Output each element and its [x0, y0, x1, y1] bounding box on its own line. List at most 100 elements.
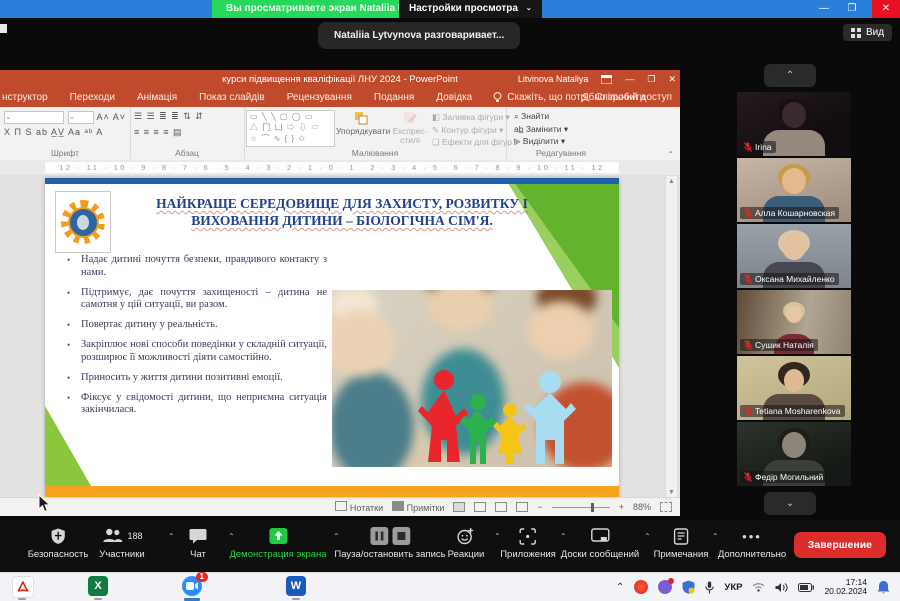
slide-sorter-view-icon[interactable] [474, 502, 486, 512]
viber-tray-icon[interactable] [658, 580, 672, 594]
bullet-item: Закріплює нові способи поведінки у склад… [65, 339, 327, 364]
browser-tray-icon[interactable] [634, 580, 648, 594]
participant-tile[interactable]: Irina [737, 92, 851, 156]
share-access-button[interactable]: Спільний доступ [581, 92, 672, 103]
powerpoint-window: курси підвищення кваліфікації ЛНУ 2024 -… [0, 70, 680, 516]
zoom-in-button[interactable]: + [619, 502, 624, 512]
vertical-scrollbar[interactable]: ▲ ▼ [665, 175, 678, 497]
whiteboards-label: Доски сообщений [561, 549, 639, 560]
font-name-input[interactable]: ⌄ [4, 111, 64, 124]
participant-name: Федір Могильний [755, 472, 823, 482]
lightbulb-icon [493, 92, 502, 103]
participant-tile[interactable]: Федір Могильний [737, 422, 851, 486]
zoom-taskbar-icon[interactable]: 1 [182, 576, 202, 596]
close-button[interactable]: ✕ [872, 0, 900, 18]
normal-view-icon[interactable] [453, 502, 465, 512]
acrobat-logo-icon [17, 581, 29, 593]
acrobat-taskbar-icon[interactable] [12, 576, 34, 598]
end-meeting-button[interactable]: Завершение [794, 532, 886, 558]
scroll-down-icon[interactable]: ▼ [666, 489, 677, 496]
stop-recording-icon[interactable] [392, 527, 410, 545]
more-button[interactable]: ••• Дополнительно [718, 526, 786, 560]
chat-button[interactable]: Чат [189, 526, 207, 560]
tab-pokaz-slaidiv[interactable]: Показ слайдів [188, 92, 276, 103]
reading-view-icon[interactable] [495, 502, 507, 512]
participant-tile[interactable]: Алла Кошарновская [737, 158, 851, 222]
muted-mic-icon [744, 472, 752, 482]
replace-label: Замінити [526, 124, 562, 134]
editing-group-label: Редагування [506, 148, 616, 158]
whiteboards-chevron-icon[interactable]: ⌃ [644, 532, 651, 541]
speaker-tray-icon[interactable] [775, 582, 788, 593]
tab-podannia[interactable]: Подання [363, 92, 425, 103]
security-button[interactable]: Безопасность [28, 526, 89, 560]
tab-dovidka[interactable]: Довідка [425, 92, 483, 103]
zoom-level[interactable]: 88% [633, 502, 651, 512]
notes-toggle[interactable]: Нотатки [335, 501, 383, 513]
language-indicator[interactable]: УКР [724, 582, 742, 593]
view-settings-button[interactable]: Настройки просмотра ⌄ [399, 0, 542, 18]
zoom-slider-thumb[interactable] [591, 503, 594, 512]
scroll-videos-down-button[interactable]: ⌄ [764, 492, 816, 515]
drawing-group-label: Малювання [244, 148, 506, 158]
whiteboards-button[interactable]: Доски сообщений [561, 526, 639, 560]
apps-button[interactable]: Приложения [500, 526, 556, 560]
participant-tile[interactable]: Tetiana Mosharenkova [737, 356, 851, 420]
quick-styles-label: Експрес-стилі [393, 126, 428, 145]
excel-taskbar-icon[interactable]: X [88, 576, 108, 596]
slideshow-view-icon[interactable] [516, 502, 528, 512]
select-button[interactable]: ▷ Виділити ▾ [514, 135, 568, 148]
ribbon-options-icon[interactable] [601, 75, 612, 84]
bullet-item: Фіксує у свідомості дитини, що неприємна… [65, 392, 327, 417]
tab-retsenzuvannia[interactable]: Рецензування [276, 92, 363, 103]
zoom-slider[interactable] [552, 507, 610, 508]
security-shield-tray-icon[interactable] [682, 580, 695, 594]
wifi-tray-icon[interactable] [752, 582, 765, 592]
replace-button[interactable]: ab̲ Замінити ▾ [514, 123, 568, 136]
participant-tile[interactable]: Оксана Михайленко [737, 224, 851, 288]
find-button[interactable]: ⌕ Знайти [514, 110, 568, 123]
comments-toggle[interactable]: Примітки [392, 501, 444, 513]
clock[interactable]: 17:14 20.02.2024 [824, 578, 867, 597]
tab-animatsia[interactable]: Анімація [126, 92, 188, 103]
comments-icon [392, 501, 404, 511]
notification-bell-icon[interactable] [877, 580, 890, 594]
font-size-input[interactable]: ⌄ [68, 111, 94, 124]
apps-label: Приложения [500, 549, 556, 560]
ppt-close-icon[interactable]: ✕ [668, 74, 676, 85]
tab-perekhody[interactable]: Переходи [59, 92, 126, 103]
list-indent-buttons[interactable]: ☰ ☰ ≣ ≣ ⇅ ⇵ [134, 111, 204, 122]
font-format-buttons[interactable]: X П S ab A̲V̲ Aa ᵃᵇ A [4, 127, 103, 137]
collapse-ribbon-icon[interactable]: ⌃ [667, 150, 674, 159]
tray-expand-icon[interactable]: ⌃ [616, 582, 624, 593]
participant-tile[interactable]: Сушик Наталія [737, 290, 851, 354]
shapes-gallery[interactable]: ▭ ╲ ╲ ▢ ◯ ▭△ ⼌ ⼐ ⇨ ⇩ ▱☆ ⌒ ∿ { } ✩ [246, 110, 335, 147]
maximize-button[interactable]: ❐ [838, 0, 866, 18]
fit-to-window-icon[interactable] [660, 502, 672, 512]
word-taskbar-icon[interactable]: W [286, 576, 306, 596]
participants-chevron-icon[interactable]: ⌃ [168, 532, 175, 541]
zoom-out-button[interactable]: − [537, 502, 542, 512]
scroll-up-icon[interactable]: ▲ [666, 178, 677, 185]
ppt-account-name: Litvinova Nataliya [518, 74, 589, 84]
record-controls[interactable]: Пауза/остановить запись [334, 526, 445, 560]
font-name-combo: ⌄ ⌄ A˄ A˅ [4, 111, 126, 124]
minimize-button[interactable]: — [810, 0, 838, 18]
microphone-tray-icon[interactable] [705, 581, 714, 594]
reactions-button[interactable]: Реакции [448, 526, 485, 560]
collapse-videos-up-button[interactable]: ⌃ [764, 64, 816, 87]
slide[interactable]: НАЙКРАЩЕ СЕРЕДОВИЩЕ ДЛЯ ЗАХИСТУ, РОЗВИТК… [45, 178, 619, 497]
notes-button[interactable]: Примечания [654, 526, 709, 560]
gallery-view-button[interactable]: Вид [843, 24, 892, 41]
bullet-item: Підтримує, дає почуття захищеності – дит… [65, 287, 327, 312]
pause-recording-icon[interactable] [370, 527, 388, 545]
tab-konstruktor[interactable]: нструктор [0, 92, 59, 103]
align-buttons[interactable]: ≡ ≡ ≡ ≡ ▤ [134, 127, 183, 138]
arrange-button[interactable]: Упорядкувати [336, 112, 388, 136]
quick-styles-button[interactable]: Експрес-стилі [390, 112, 430, 145]
ppt-minimize-icon[interactable]: — [625, 74, 634, 84]
share-screen-button[interactable]: Демонстрация экрана [229, 526, 326, 560]
battery-tray-icon[interactable] [798, 583, 814, 592]
ppt-restore-icon[interactable]: ❐ [647, 74, 655, 85]
participants-button[interactable]: 188 Участники [99, 526, 144, 560]
